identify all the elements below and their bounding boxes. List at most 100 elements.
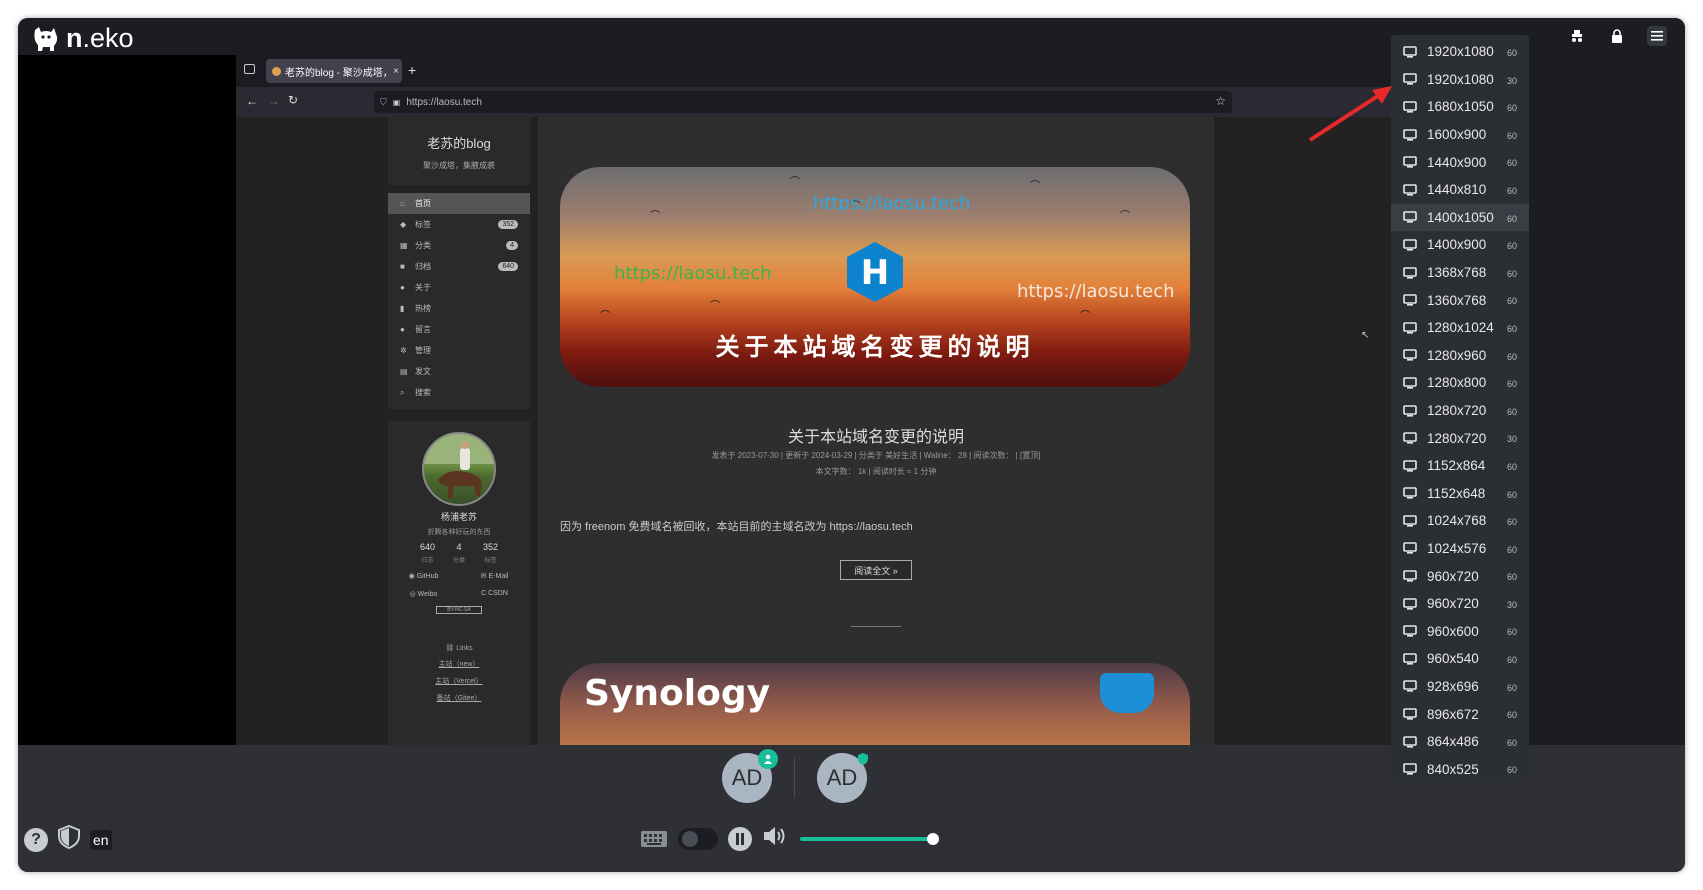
csdn-link[interactable]: C CSDN <box>459 590 530 598</box>
resolution-option[interactable]: 1024x576 60 <box>1391 535 1529 563</box>
resolution-option[interactable]: 1680x1050 60 <box>1391 93 1529 121</box>
annotation-arrow <box>1308 86 1392 142</box>
archive-icon: ■ <box>400 262 405 271</box>
blog-menu-item[interactable]: ✲ 管理 <box>388 340 530 361</box>
horse-rider-image <box>424 434 494 498</box>
email-link[interactable]: ✉ E-Mail <box>459 572 530 580</box>
browser-tab[interactable]: 老苏的blog - 聚沙成塔，集 × <box>266 59 402 83</box>
new-tab-icon[interactable]: + <box>408 62 416 78</box>
refresh-rate: 60 <box>1506 572 1517 583</box>
help-icon[interactable]: ? <box>24 827 48 852</box>
blog-menu-label: 归档 <box>415 262 431 271</box>
monitor-icon <box>1403 239 1417 251</box>
resolution-option[interactable]: 960x720 30 <box>1391 590 1529 618</box>
refresh-rate: 60 <box>1506 710 1517 721</box>
grid-icon: ▦ <box>400 241 408 250</box>
shield-icon[interactable] <box>58 824 80 854</box>
resolution-label: 1400x900 <box>1427 237 1487 253</box>
resolution-option[interactable]: 1400x1050 60 <box>1391 203 1529 232</box>
blog-menu-item[interactable]: ◆ 标签 352 <box>388 214 530 235</box>
resolution-option[interactable]: 960x540 60 <box>1391 645 1529 673</box>
tab-close-icon[interactable]: × <box>393 66 399 77</box>
member-list: AD AD <box>722 749 868 803</box>
stat-categories[interactable]: 4 分类 <box>453 542 465 564</box>
resolution-option[interactable]: 1280x720 60 <box>1391 397 1529 425</box>
pause-icon[interactable] <box>728 826 752 851</box>
stat-posts[interactable]: 640 日志 <box>420 542 435 564</box>
refresh-rate: 60 <box>1506 296 1517 307</box>
resolution-option[interactable]: 1920x1080 30 <box>1391 66 1529 94</box>
blog-menu-item[interactable]: ■ 归档 640 <box>388 256 530 277</box>
github-link[interactable]: ◉ GitHub <box>388 572 459 580</box>
site-brand[interactable]: 老苏的blog 聚沙成塔，集腋成裘 <box>388 117 530 185</box>
monitor-icon <box>1403 653 1417 665</box>
language-selector[interactable]: en <box>90 829 112 850</box>
email-label: E-Mail <box>488 573 509 580</box>
resolution-label: 1280x1024 <box>1427 320 1494 336</box>
resolution-option[interactable]: 864x486 60 <box>1391 728 1529 756</box>
next-post-banner[interactable]: Synology <box>560 663 1190 745</box>
resolution-option[interactable]: 1440x810 60 <box>1391 176 1529 204</box>
resolution-option[interactable]: 896x672 60 <box>1391 700 1529 728</box>
post-banner-image[interactable]: ⌒ ⌒ ⌒ ⌒ ⌒ ⌒ ⌒ ⌒ https://laosu.tech https… <box>560 167 1190 387</box>
incognito-icon[interactable] <box>1567 26 1587 46</box>
control-toggle[interactable] <box>678 827 718 850</box>
resolution-option[interactable]: 1400x900 60 <box>1391 231 1529 259</box>
keyboard-icon[interactable] <box>640 829 668 849</box>
blog-menu-item[interactable]: ⌕ 搜索 <box>388 382 530 403</box>
resolution-option[interactable]: 1600x900 60 <box>1391 121 1529 149</box>
link-icon: ⛓ <box>445 645 455 652</box>
reload-icon[interactable]: ↻ <box>288 93 298 107</box>
volume-slider[interactable] <box>800 832 939 845</box>
link-main-vercel[interactable]: 主站（Vercel） <box>388 676 530 686</box>
hamburger-menu-icon[interactable] <box>1647 26 1667 46</box>
lock-icon[interactable] <box>1607 26 1627 46</box>
resolution-option[interactable]: 928x696 60 <box>1391 673 1529 701</box>
resolution-option[interactable]: 840x525 60 <box>1391 755 1529 780</box>
resolution-option[interactable]: 1368x768 60 <box>1391 259 1529 287</box>
link-backup-gitee[interactable]: 备站（Gitee） <box>388 693 530 703</box>
blog-menu-item[interactable]: ● 关于 <box>388 277 530 298</box>
back-icon[interactable]: ← <box>246 94 258 108</box>
post-title[interactable]: 关于本站域名变更的说明 <box>538 423 1214 447</box>
resolution-option[interactable]: 1280x720 30 <box>1391 424 1529 452</box>
web-page[interactable]: 老苏的blog 聚沙成塔，集腋成裘 ⌂ 首页 ◆ 标签 352 ▦ 分类 4 ■ 归档 640 ● 关于… <box>236 117 1481 745</box>
blog-menu-item[interactable]: ▤ 发文 <box>388 361 530 382</box>
site-title[interactable]: 老苏的blog <box>388 133 530 152</box>
resolution-option[interactable]: 1280x800 60 <box>1391 369 1529 397</box>
remote-video-stage[interactable]: 老苏的blog - 聚沙成塔，集 × + ⌄ ← → ↻ ⛉ ▣ https:/… <box>18 55 1481 745</box>
banner-url-1: https://laosu.tech <box>813 193 971 214</box>
blog-menu-item[interactable]: ● 留言 <box>388 319 530 340</box>
browser-navbar: ← → ↻ ⛉ ▣ https://laosu.tech ☆ ⬚ ≡ <box>236 87 1481 117</box>
remote-browser[interactable]: 老苏的blog - 聚沙成塔，集 × + ⌄ ← → ↻ ⛉ ▣ https:/… <box>236 55 1481 745</box>
resolution-option[interactable]: 1920x1080 60 <box>1391 38 1529 66</box>
member-avatar[interactable]: AD <box>817 753 868 803</box>
member-avatar[interactable]: AD <box>722 749 778 803</box>
resolution-option[interactable]: 1280x960 60 <box>1391 342 1529 370</box>
stat-tags[interactable]: 352 标签 <box>483 542 498 564</box>
resolution-option[interactable]: 1152x648 60 <box>1391 480 1529 508</box>
license-badge[interactable]: BY-NC-SA <box>436 606 482 614</box>
read-more-button[interactable]: 阅读全文 » <box>840 560 912 580</box>
resolution-option[interactable]: 1024x768 60 <box>1391 507 1529 535</box>
csdn-label: CSDN <box>488 590 508 597</box>
monitor-icon <box>1403 680 1417 693</box>
weibo-link[interactable]: ◎ Weibo <box>388 590 459 598</box>
resolution-option[interactable]: 960x600 60 <box>1391 617 1529 645</box>
forward-icon[interactable]: → <box>268 94 280 108</box>
tab-overview-icon[interactable] <box>244 64 255 74</box>
resolution-label: 1440x810 <box>1427 182 1487 198</box>
resolution-option[interactable]: 1280x1024 60 <box>1391 314 1529 342</box>
volume-icon[interactable] <box>762 825 788 852</box>
resolution-option[interactable]: 960x720 60 <box>1391 562 1529 590</box>
bookmark-star-icon[interactable]: ☆ <box>1215 94 1226 108</box>
blog-menu-item[interactable]: ▦ 分类 4 <box>388 235 530 256</box>
resolution-option[interactable]: 1152x864 60 <box>1391 452 1529 480</box>
blog-menu-item[interactable]: ▮ 热榜 <box>388 298 530 319</box>
blog-menu-item[interactable]: ⌂ 首页 <box>388 193 530 214</box>
resolution-option[interactable]: 1360x768 60 <box>1391 286 1529 314</box>
resolution-option[interactable]: 1440x900 60 <box>1391 148 1529 176</box>
link-main-new[interactable]: 主站（new） <box>388 659 530 669</box>
url-bar[interactable]: ⛉ ▣ https://laosu.tech ☆ <box>374 91 1232 113</box>
post-excerpt: 因为 freenom 免费域名被回收，本站目前的主域名改为 https://la… <box>560 521 913 533</box>
